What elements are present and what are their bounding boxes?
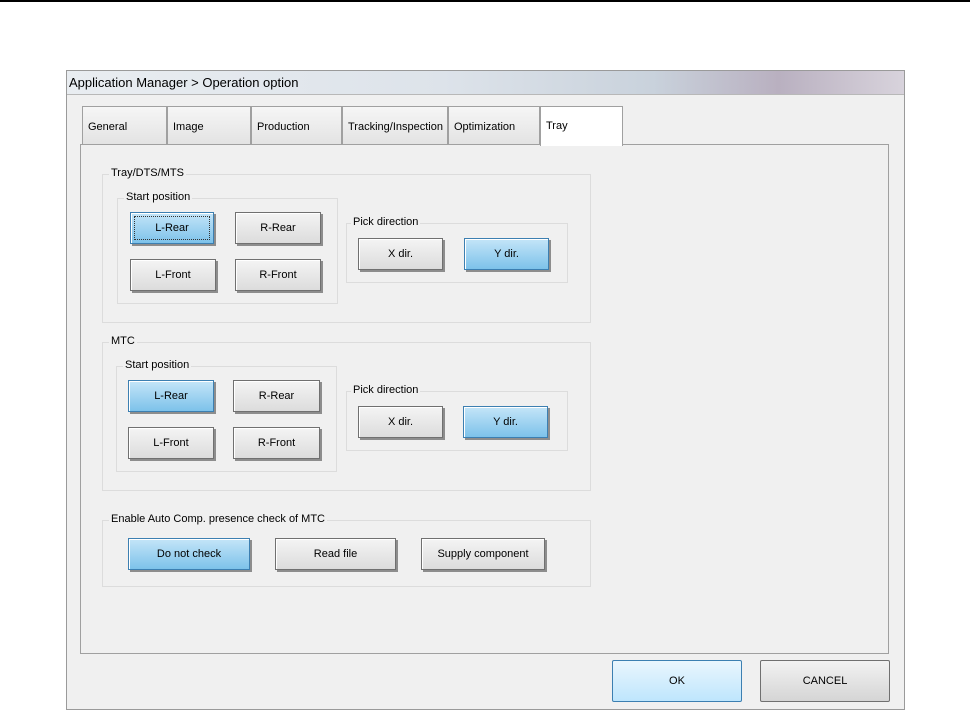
auto-comp-presence-group: Enable Auto Comp. presence check of MTC … [102,513,591,587]
read-file-button[interactable]: Read file [275,538,396,570]
tray-y-dir-button[interactable]: Y dir. [464,238,549,270]
auto-comp-group-label: Enable Auto Comp. presence check of MTC [109,513,327,525]
tray-r-rear-button[interactable]: R-Rear [235,212,321,244]
mtc-y-dir-button[interactable]: Y dir. [463,406,548,438]
ok-button[interactable]: OK [612,660,742,702]
operation-option-window: Application Manager > Operation option G… [66,70,905,710]
tray-pick-direction-label: Pick direction [351,216,421,228]
mtc-x-dir-button[interactable]: X dir. [358,406,443,438]
mtc-r-rear-button[interactable]: R-Rear [233,380,320,412]
tab-general[interactable]: General [82,106,167,144]
mtc-r-front-button[interactable]: R-Front [233,427,320,459]
mtc-l-rear-button[interactable]: L-Rear [128,380,214,412]
tray-tab-panel: Tray/DTS/MTS Start position L-Rear R-Rea… [80,144,889,654]
tab-tray[interactable]: Tray [540,106,623,146]
tray-r-front-button[interactable]: R-Front [235,259,321,291]
do-not-check-button[interactable]: Do not check [128,538,250,570]
mtc-group-label: MTC [109,335,137,347]
tray-dts-mts-group: Tray/DTS/MTS Start position L-Rear R-Rea… [102,167,591,323]
top-border-line [0,0,970,2]
tray-group-label: Tray/DTS/MTS [109,167,186,179]
tray-start-position-label: Start position [124,191,193,203]
tab-optimization[interactable]: Optimization [448,106,540,144]
tray-l-rear-button[interactable]: L-Rear [130,212,214,244]
mtc-pick-direction-label: Pick direction [351,384,421,396]
tray-l-front-button[interactable]: L-Front [130,259,216,291]
mtc-l-front-button[interactable]: L-Front [128,427,214,459]
tab-production[interactable]: Production [251,106,342,144]
tab-tracking-inspection[interactable]: Tracking/Inspection [342,106,448,144]
cancel-button[interactable]: CANCEL [760,660,890,702]
tray-x-dir-button[interactable]: X dir. [358,238,443,270]
window-title: Application Manager > Operation option [69,75,299,90]
tray-start-position-group: Start position L-Rear R-Rear L-Front R-F… [117,191,338,304]
tab-image[interactable]: Image [167,106,251,144]
mtc-group: MTC Start position L-Rear R-Rear L-Front… [102,335,591,491]
supply-component-button[interactable]: Supply component [421,538,545,570]
tray-pick-direction-group: Pick direction X dir. Y dir. [346,216,568,283]
title-bar[interactable]: Application Manager > Operation option [67,71,904,95]
mtc-start-position-group: Start position L-Rear R-Rear L-Front R-F… [116,359,337,472]
mtc-pick-direction-group: Pick direction X dir. Y dir. [346,384,568,451]
mtc-start-position-label: Start position [123,359,192,371]
